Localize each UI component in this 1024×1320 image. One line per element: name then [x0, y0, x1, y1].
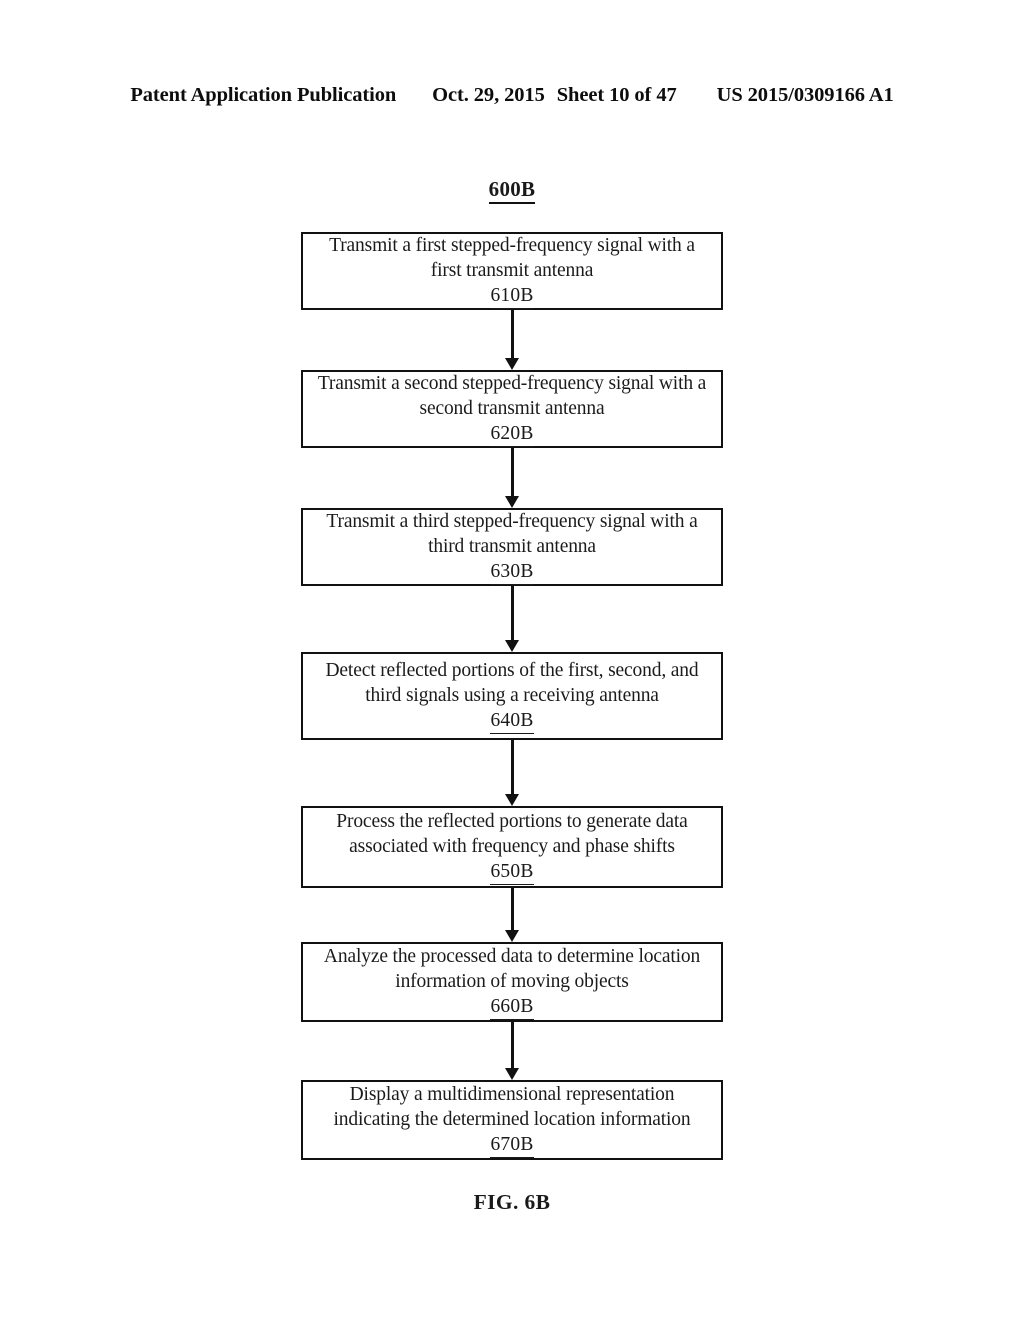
arrow-head-icon — [505, 794, 519, 806]
flow-node-reference: 610B — [490, 284, 534, 309]
flow-node-reference: 640B — [490, 709, 534, 734]
arrow-head-icon — [505, 930, 519, 942]
header-publication-label: Patent Application Publication — [130, 84, 397, 106]
flow-arrow-610b-to-620b — [502, 310, 522, 370]
header-date-label: Oct. 29, 2015 — [432, 84, 545, 106]
flow-arrow-630b-to-640b — [502, 586, 522, 652]
flow-arrow-640b-to-650b — [502, 740, 522, 806]
flow-node-reference: 630B — [490, 560, 534, 585]
arrow-head-icon — [505, 1068, 519, 1080]
arrow-head-icon — [505, 358, 519, 370]
flow-node-text: Display a multidimensional representatio… — [333, 1084, 691, 1130]
arrow-head-icon — [505, 640, 519, 652]
header-patent-number-label: US 2015/0309166 A1 — [716, 84, 894, 106]
flow-node-text: Process the reflected portions to genera… — [336, 811, 688, 857]
arrow-line — [510, 888, 514, 932]
flow-node-640b: Detect reflected portions of the first, … — [301, 652, 723, 740]
figure-id-label: 600B — [488, 177, 536, 204]
figure-caption: FIG. 6B — [473, 1190, 551, 1214]
flow-node-650b: Process the reflected portions to genera… — [301, 806, 723, 888]
page-header: Patent Application Publication Oct. 29, … — [0, 84, 1024, 107]
flow-node-670b: Display a multidimensional representatio… — [301, 1080, 723, 1160]
flow-node-620b: Transmit a second stepped-frequency sign… — [301, 370, 723, 448]
arrow-line — [510, 740, 514, 796]
arrow-head-icon — [505, 496, 519, 508]
flow-node-text: Transmit a second stepped-frequency sign… — [317, 373, 707, 419]
flow-node-text: Analyze the processed data to determine … — [323, 946, 701, 992]
flow-node-610b: Transmit a first stepped-frequency signa… — [301, 232, 723, 310]
flow-node-reference: 660B — [490, 995, 534, 1020]
flow-node-660b: Analyze the processed data to determine … — [301, 942, 723, 1022]
arrow-line — [510, 586, 514, 642]
flowchart: Transmit a first stepped-frequency signa… — [0, 232, 1024, 1160]
arrow-line — [510, 310, 514, 360]
flow-arrow-660b-to-670b — [502, 1022, 522, 1080]
flow-node-reference: 620B — [490, 422, 534, 447]
arrow-line — [510, 448, 514, 498]
flow-node-reference: 650B — [490, 860, 534, 885]
header-sheet-label: Sheet 10 of 47 — [556, 84, 677, 106]
flow-node-reference: 670B — [490, 1133, 534, 1158]
figure-id: 600B — [0, 177, 1024, 204]
flow-arrow-620b-to-630b — [502, 448, 522, 508]
arrow-line — [510, 1022, 514, 1070]
flow-node-text: Detect reflected portions of the first, … — [325, 660, 699, 706]
flow-node-text: Transmit a first stepped-frequency signa… — [329, 235, 695, 281]
flow-node-630b: Transmit a third stepped-frequency signa… — [301, 508, 723, 586]
flow-arrow-650b-to-660b — [502, 888, 522, 942]
flow-node-text: Transmit a third stepped-frequency signa… — [326, 511, 698, 557]
